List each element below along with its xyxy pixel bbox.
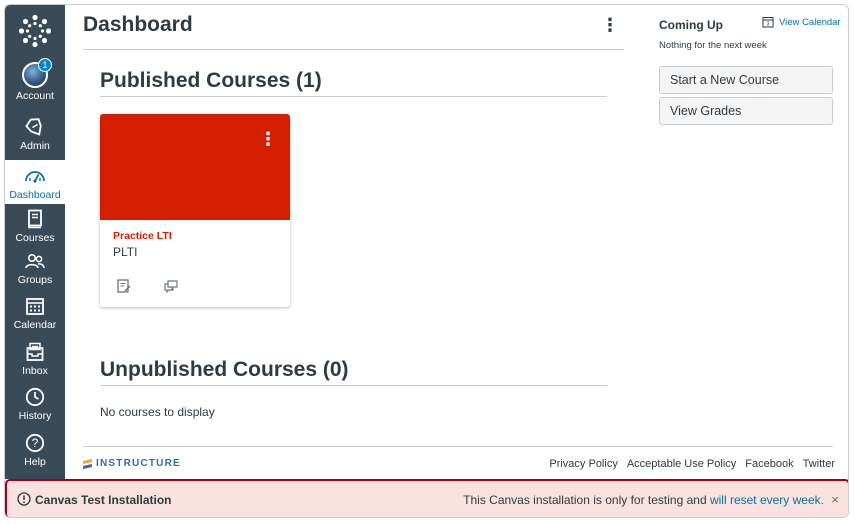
- nav-label-calendar: Calendar: [13, 319, 57, 331]
- instructure-brand: INSTRUCTURE: [96, 458, 181, 469]
- course-card[interactable]: ⋮ Practice LTI PLTI: [100, 114, 290, 307]
- calendar-icon: 3: [762, 17, 774, 28]
- nav-label-history: History: [18, 410, 52, 422]
- close-icon[interactable]: ×: [828, 491, 842, 507]
- assignments-icon[interactable]: [115, 277, 133, 295]
- avatar: 1: [22, 57, 52, 88]
- nav-item-admin[interactable]: Admin: [5, 111, 65, 155]
- nav-label-account: Account: [16, 90, 54, 102]
- notification-badge: 1: [38, 57, 52, 72]
- course-card-name[interactable]: Practice LTI: [113, 230, 172, 242]
- view-calendar-label: View Calendar: [779, 16, 841, 28]
- canvas-logo-icon[interactable]: [5, 5, 65, 57]
- course-card-options-kebab-icon[interactable]: ⋮: [259, 128, 277, 150]
- twitter-link[interactable]: Twitter: [803, 458, 835, 470]
- divider: [100, 96, 607, 97]
- unpublished-courses-heading: Unpublished Courses (0): [100, 358, 349, 381]
- alert-message: This Canvas installation is only for tes…: [463, 493, 824, 507]
- nav-item-history[interactable]: History: [5, 381, 65, 425]
- nav-label-inbox: Inbox: [22, 365, 48, 377]
- test-installation-alert: Canvas Test Installation This Canvas ins…: [5, 479, 848, 517]
- nav-label-courses: Courses: [15, 232, 55, 244]
- instructure-logo[interactable]: INSTRUCTURE: [83, 458, 181, 469]
- acceptable-use-policy-link[interactable]: Acceptable Use Policy: [627, 458, 736, 470]
- view-grades-button[interactable]: View Grades: [659, 97, 833, 125]
- footer-links: Privacy Policy Acceptable Use Policy Fac…: [549, 458, 835, 470]
- nav-label-admin: Admin: [20, 140, 50, 152]
- divider: [83, 49, 624, 50]
- instructure-logo-icon: [83, 458, 92, 469]
- facebook-link[interactable]: Facebook: [745, 458, 793, 470]
- divider: [83, 446, 833, 447]
- nav-item-courses[interactable]: Courses: [5, 203, 65, 247]
- dashboard-options-kebab-icon[interactable]: ⋮: [601, 15, 619, 35]
- reset-info-link[interactable]: will reset every week.: [710, 493, 824, 507]
- published-courses-heading: Published Courses (1): [100, 69, 322, 92]
- clock-icon: [24, 386, 46, 408]
- divider: [100, 385, 607, 386]
- nav-item-account[interactable]: 1 Account: [5, 57, 65, 105]
- no-courses-text: No courses to display: [100, 405, 215, 419]
- start-new-course-button[interactable]: Start a New Course: [659, 66, 833, 94]
- alert-title: Canvas Test Installation: [35, 493, 172, 507]
- main-content: Dashboard ⋮ Published Courses (1) ⋮ Prac…: [65, 5, 848, 479]
- canvas-window: 1 Account Admin Dashboard Courses Groups…: [4, 4, 849, 518]
- nav-item-groups[interactable]: Groups: [5, 245, 65, 289]
- svg-text:?: ?: [32, 436, 39, 450]
- svg-text:3: 3: [766, 22, 769, 28]
- global-nav: 1 Account Admin Dashboard Courses Groups…: [5, 5, 65, 479]
- nav-label-help: Help: [24, 456, 46, 468]
- nav-item-calendar[interactable]: Calendar: [5, 290, 65, 334]
- inbox-icon: [24, 341, 46, 363]
- nav-item-help[interactable]: ? Help: [5, 427, 65, 471]
- calendar-icon: [24, 295, 46, 317]
- discussions-icon[interactable]: [162, 277, 180, 295]
- nav-item-dashboard[interactable]: Dashboard: [5, 160, 65, 204]
- groups-icon: [24, 250, 46, 272]
- coming-up-empty-text: Nothing for the next week: [659, 40, 767, 51]
- course-card-code: PLTI: [113, 245, 138, 259]
- nav-label-dashboard: Dashboard: [9, 189, 61, 201]
- dashboard-gauge-icon: [24, 165, 46, 187]
- privacy-policy-link[interactable]: Privacy Policy: [549, 458, 617, 470]
- page-title: Dashboard: [83, 13, 193, 36]
- nav-item-inbox[interactable]: Inbox: [5, 336, 65, 380]
- coming-up-heading: Coming Up: [659, 18, 723, 32]
- view-calendar-link[interactable]: 3 View Calendar: [762, 16, 841, 28]
- alert-message-text: This Canvas installation is only for tes…: [463, 493, 710, 507]
- warning-icon: [17, 492, 31, 506]
- help-icon: ?: [24, 432, 46, 454]
- shield-icon: [24, 116, 46, 138]
- nav-label-groups: Groups: [17, 274, 53, 286]
- book-icon: [24, 208, 46, 230]
